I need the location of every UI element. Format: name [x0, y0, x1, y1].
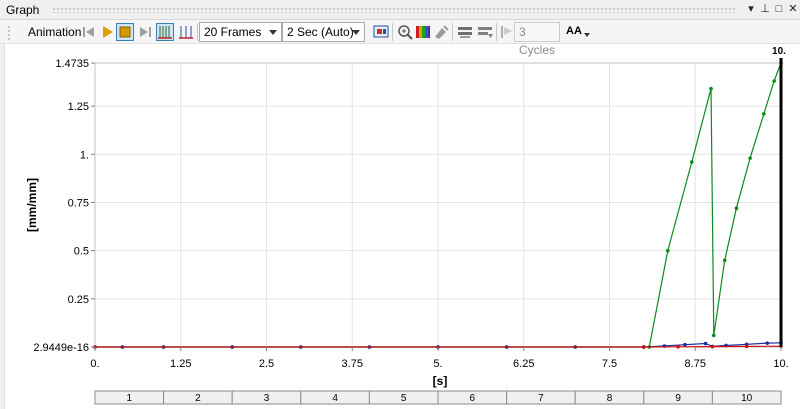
x-tick-label: 8.75 — [685, 358, 706, 370]
y-tick-label: 1.4735 — [55, 58, 89, 70]
toolbar-separator — [197, 23, 198, 41]
y-tick-label: 0.25 — [68, 294, 89, 306]
toolbar-grip[interactable] — [6, 24, 18, 40]
aa-dropdown-icon[interactable] — [583, 27, 591, 37]
animation-toolbar: Animation 20 Frames 2 Sec (Auto) 3 Cycle… — [0, 20, 800, 57]
frames-select[interactable]: 20 Frames — [199, 22, 282, 42]
y-tick-label: 0.75 — [68, 197, 89, 209]
data-point-blue — [765, 341, 770, 345]
toolbar-separator — [452, 23, 453, 41]
data-point-green — [748, 156, 752, 160]
data-point-green — [711, 333, 716, 338]
x-tick-label: 1.25 — [170, 358, 191, 370]
step-label: 4 — [332, 393, 338, 404]
data-point-green — [722, 258, 727, 263]
y-tick-label: 1. — [80, 149, 89, 161]
distributed-frames-icon[interactable] — [156, 23, 174, 41]
color-legend-icon[interactable] — [414, 23, 432, 41]
x-tick-label: 2.5 — [259, 358, 274, 370]
frames-select-value: 20 Frames — [204, 25, 262, 39]
toolbar-separator — [392, 23, 393, 41]
step-label: 10 — [741, 393, 753, 404]
result-sets-icon[interactable] — [177, 23, 195, 41]
data-point-green — [709, 86, 713, 91]
time-marker-label: 10. — [772, 46, 786, 57]
y-axis-label: [mm/mm] — [25, 178, 39, 232]
y-tick-label: 0.5 — [74, 246, 89, 258]
x-tick-label: 0. — [90, 358, 99, 370]
step-label: 6 — [470, 393, 476, 404]
data-point-blue — [703, 341, 708, 346]
zoom-icon[interactable] — [396, 23, 414, 41]
panel-title: Graph — [6, 3, 40, 17]
step-label: 9 — [675, 393, 681, 404]
x-axis-label: [s] — [433, 374, 448, 388]
step-label: 8 — [607, 393, 613, 404]
data-point-red — [676, 345, 680, 349]
data-point-green — [772, 79, 776, 83]
step-label: 7 — [538, 393, 544, 404]
next-frame-icon[interactable] — [136, 23, 154, 41]
panel-menu-icon[interactable]: ▾ — [744, 2, 758, 16]
chart[interactable]: 0. 1.25 2.5 3.75 5. 6.25 7.5 8.75 10.2.9449e-160… — [0, 44, 800, 409]
panel-titlebar: Graph ▾ ⊥ □ ✕ — [0, 0, 800, 20]
step-label: 3 — [264, 393, 270, 404]
chevron-down-icon — [269, 30, 277, 35]
grid-lines — [94, 62, 782, 348]
close-icon[interactable]: ✕ — [786, 2, 800, 16]
data-point-green — [734, 206, 739, 211]
y-tick-label: 1.25 — [68, 101, 89, 113]
data-point-red — [642, 345, 646, 349]
play-icon[interactable] — [98, 23, 116, 41]
chevron-down-icon — [352, 30, 360, 35]
toolbar-separator — [496, 23, 497, 41]
step-label: 2 — [195, 393, 201, 404]
cycles-field[interactable]: 3 Cycles — [514, 22, 560, 57]
x-tick-label: 6.25 — [513, 358, 534, 370]
aa-toggle[interactable]: AA — [566, 25, 582, 45]
stop-icon[interactable] — [116, 23, 134, 41]
step-label: 1 — [127, 393, 133, 404]
x-tick-label: 7.5 — [602, 358, 617, 370]
export-video-icon[interactable] — [372, 23, 390, 41]
x-tick-label: 10. — [773, 358, 788, 370]
step-bar[interactable]: 1 2 3 4 5 6 7 8 9 10 — [94, 390, 782, 405]
duration-select[interactable]: 2 Sec (Auto) — [282, 22, 365, 42]
animation-label: Animation — [28, 25, 82, 39]
probe-icon[interactable] — [432, 23, 450, 41]
data-point-green — [762, 111, 766, 116]
previous-frame-icon[interactable] — [80, 23, 98, 41]
data-point-blue — [683, 342, 687, 347]
step-label: 5 — [401, 393, 407, 404]
legend-settings-icon[interactable] — [476, 23, 494, 41]
data-point-green — [666, 248, 670, 253]
x-tick-label: 5. — [433, 358, 442, 370]
duration-select-value: 2 Sec (Auto) — [287, 25, 354, 39]
maximize-icon[interactable]: □ — [772, 2, 786, 16]
data-point-red — [710, 344, 715, 349]
y-tick-label: 2.9449e-16 — [33, 342, 89, 354]
data-point-green — [690, 160, 694, 164]
display-settings-icon[interactable] — [456, 23, 474, 41]
pin-icon[interactable]: ⊥ — [758, 2, 772, 16]
data-point-red — [744, 344, 749, 349]
x-tick-label: 3.75 — [342, 358, 363, 370]
titlebar-grip[interactable] — [52, 7, 736, 13]
